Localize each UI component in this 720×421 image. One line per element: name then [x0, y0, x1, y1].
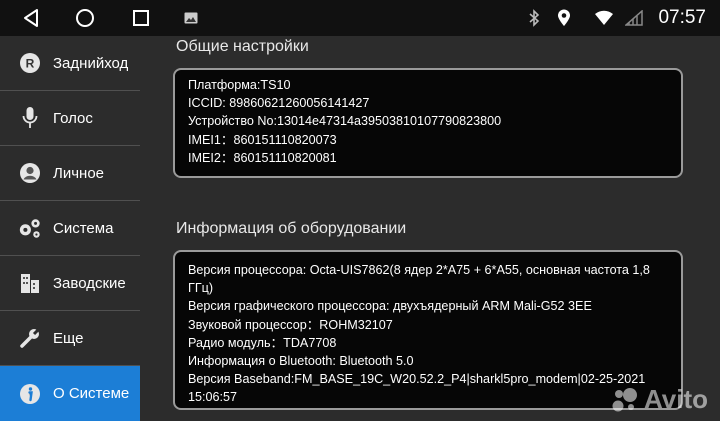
sidebar-item-voice[interactable]: Голос [0, 91, 140, 146]
wrench-icon [18, 326, 42, 350]
wifi-icon [592, 0, 616, 36]
sidebar-item-personal[interactable]: Личное [0, 146, 140, 201]
gallery-icon [180, 0, 202, 36]
svg-text:R: R [26, 57, 35, 71]
location-icon [554, 0, 574, 36]
sidebar-item-rear-camera[interactable]: R Заднийход [0, 36, 140, 91]
back-icon[interactable] [14, 0, 48, 36]
rear-camera-icon: R [18, 51, 42, 75]
bluetooth-icon [524, 0, 544, 36]
general-settings-panel: Платформа:TS10 ICCID: 898606212600561414… [173, 68, 683, 178]
microphone-icon [18, 106, 42, 130]
sidebar-item-more[interactable]: Еще [0, 311, 140, 366]
general-settings-title: Общие настройки [176, 38, 309, 55]
sidebar: R Заднийход Голос Личное Система Заводск… [0, 36, 140, 421]
hardware-info-title: Информация об оборудовании [176, 220, 407, 237]
recents-icon[interactable] [124, 0, 158, 36]
sidebar-item-label: Заднийход [53, 54, 129, 72]
bluetooth-row: Информация о Bluetooth: Bluetooth 5.0 [188, 354, 414, 369]
watermark-text: Avito [643, 384, 708, 414]
sidebar-item-about[interactable]: О Системе [0, 366, 140, 421]
sidebar-item-label: Личное [53, 164, 105, 182]
home-icon[interactable] [68, 0, 102, 36]
hardware-info-panel: Версия процессора: Octa-UIS7862(8 ядер 2… [173, 250, 683, 410]
audio-row: Звуковой процессор：ROHM32107 [188, 317, 393, 332]
cpu-row: Версия процессора: Octa-UIS7862(8 ядер 2… [188, 263, 650, 296]
avito-logo-icon [612, 387, 637, 411]
imei1-row: IMEI1：860151110820073 [188, 132, 337, 147]
sidebar-item-label: Голос [53, 109, 93, 127]
sidebar-item-factory[interactable]: Заводские [0, 256, 140, 311]
sidebar-item-label: Система [53, 219, 114, 237]
device-no-row: Устройство No:13014e47314a39503810107790… [188, 114, 502, 129]
iccid-row: ICCID: 89860621260056141427 [188, 96, 370, 111]
info-icon [18, 382, 42, 406]
sidebar-item-label: О Системе [53, 385, 130, 402]
avito-watermark: Avito [610, 384, 708, 415]
signal-icon [622, 0, 646, 36]
baseband-row: Версия Baseband:FM_BASE_19C_W20.52.2_P4|… [188, 372, 646, 405]
sidebar-item-label: Еще [53, 329, 84, 347]
gears-icon [18, 216, 42, 240]
factory-icon [18, 271, 42, 295]
radio-row: Радио модуль：TDA7708 [188, 335, 337, 350]
gpu-row: Версия графического процессора: двухъяде… [188, 299, 592, 314]
platform-row: Платформа:TS10 [188, 78, 291, 92]
user-icon [18, 161, 42, 185]
status-bar: 07:57 [0, 0, 720, 36]
sidebar-item-label: Заводские [53, 274, 126, 292]
imei2-row: IMEI2：860151110820081 [188, 150, 337, 165]
clock: 07:57 [658, 7, 706, 28]
sidebar-item-system[interactable]: Система [0, 201, 140, 256]
